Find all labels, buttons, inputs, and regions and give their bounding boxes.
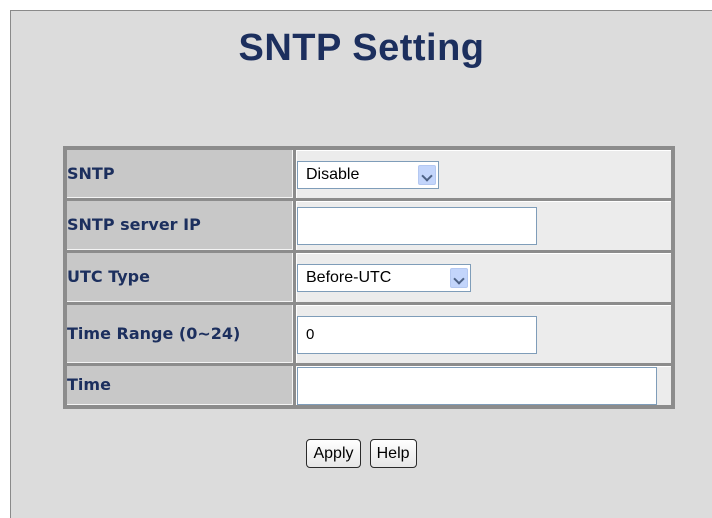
time-row: Time [67, 366, 671, 405]
sntp-select-value: Disable [306, 165, 360, 183]
sntp-server-ip-row: SNTP server IP [67, 201, 671, 250]
sntp-settings-table: SNTP Disable SNTP server IP UTC Type Bef… [63, 146, 675, 409]
help-button[interactable]: Help [369, 439, 417, 468]
sntp-row: SNTP Disable [67, 150, 671, 198]
time-input[interactable] [297, 367, 657, 405]
sntp-select[interactable]: Disable [297, 160, 439, 189]
apply-button[interactable]: Apply [306, 439, 361, 468]
sntp-setting-panel: SNTP Setting SNTP Disable SNTP server IP… [10, 10, 712, 518]
utc-type-row: UTC Type Before-UTC [67, 253, 671, 302]
utc-type-select[interactable]: Before-UTC [297, 264, 471, 292]
sntp-server-ip-input[interactable] [297, 207, 537, 245]
chevron-down-icon[interactable] [450, 268, 468, 288]
sntp-server-ip-label: SNTP server IP [67, 201, 293, 250]
button-bar: Apply Help [11, 439, 712, 468]
sntp-label: SNTP [67, 150, 293, 198]
chevron-down-icon[interactable] [418, 164, 436, 185]
time-label: Time [67, 366, 293, 405]
utc-type-select-value: Before-UTC [306, 269, 392, 286]
time-range-label: Time Range (0~24) [67, 305, 293, 363]
time-range-input[interactable]: 0 [297, 315, 537, 354]
time-range-row: Time Range (0~24) 0 [67, 305, 671, 363]
utc-type-label: UTC Type [67, 253, 293, 302]
page-title: SNTP Setting [238, 27, 485, 69]
